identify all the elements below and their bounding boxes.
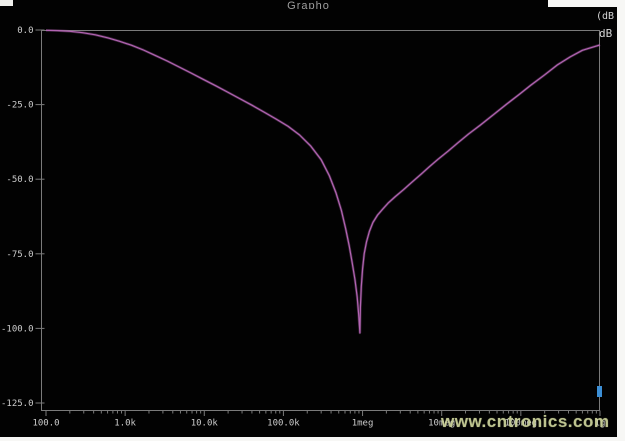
page-margin-bottom [0,437,625,441]
y-tick-label: 0.0 [17,26,33,36]
page-margin-right [617,0,625,441]
response-curve [46,30,600,333]
y-axis-unit-label: (dB [596,11,614,22]
y-tick-label: -25.0 [6,101,33,111]
page-margin-top-right [548,0,625,7]
y-tick-label: -100.0 [1,324,34,334]
trace-legend-label: dB [599,27,612,40]
watermark: www.cntronics.com [441,412,609,432]
plot-border [42,31,600,411]
y-tick-label: -125.0 [1,399,34,409]
y-tick-label: -50.0 [6,175,33,185]
resize-handle[interactable] [597,386,602,397]
response-curve-glow [46,30,600,333]
window-titlebar: Grapho [0,0,617,9]
x-tick-label: 1meg [352,419,374,429]
graph-panel: Grapho (dB dB 0.0 -25.0 -50.0 -75.0 -100.0 -1… [0,0,617,437]
y-tick-label: -75.0 [6,250,33,260]
window-title: Grapho [287,0,330,9]
bode-plot[interactable]: 0.0 -25.0 -50.0 -75.0 -100.0 -125.0 100.0 1.0k 1… [0,0,617,437]
x-tick-label: 100.0 [32,419,59,429]
x-tick-label: 1.0k [114,419,136,429]
x-tick-label: 100.0k [267,419,300,429]
page-frame: Grapho (dB dB 0.0 -25.0 -50.0 -75.0 -100.0 -1… [0,0,625,441]
page-margin-top-left [0,0,13,6]
x-tick-label: 10.0k [191,419,219,429]
